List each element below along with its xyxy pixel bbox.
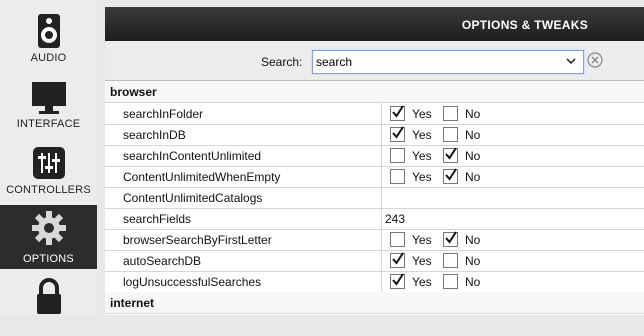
- search-bar: Search:: [105, 41, 644, 80]
- sidebar-item-label: OPTIONS: [23, 253, 74, 265]
- table-row: browserSearchByFirstLetter Yes No: [105, 229, 644, 251]
- sidebar-item-interface[interactable]: INTERFACE: [0, 70, 97, 134]
- column-divider: [381, 271, 382, 292]
- yes-checkbox[interactable]: [390, 169, 405, 184]
- yes-label: Yes: [412, 275, 432, 289]
- yes-checkbox[interactable]: [390, 105, 405, 121]
- table-row: searchInDB Yes No: [105, 124, 644, 146]
- column-divider: [381, 166, 382, 187]
- sidebar: AUDIO INTERFACE CONTROLLERS OPTIONS: [0, 0, 98, 314]
- column-divider: [381, 187, 382, 208]
- sidebar-item-label: AUDIO: [30, 52, 67, 64]
- no-label: No: [465, 254, 481, 268]
- yes-checkbox[interactable]: [390, 252, 405, 268]
- option-name: searchInContentUnlimited: [123, 149, 262, 163]
- no-label: No: [465, 275, 481, 289]
- option-name: autoSearchDB: [123, 254, 202, 268]
- no-label: No: [465, 107, 481, 121]
- speaker-icon: [38, 14, 60, 48]
- yes-label: Yes: [412, 254, 432, 268]
- column-divider: [381, 208, 382, 229]
- page-title: OPTIONS & TWEAKS: [461, 18, 588, 32]
- yes-label: Yes: [412, 128, 432, 142]
- yes-checkbox[interactable]: [390, 148, 405, 163]
- option-name: searchFields: [123, 212, 192, 226]
- option-name: searchInFolder: [123, 107, 204, 121]
- table-row: ContentUnlimitedCatalogs: [105, 187, 644, 209]
- option-name: ContentUnlimitedCatalogs: [123, 191, 263, 205]
- yes-label: Yes: [412, 107, 432, 121]
- group-name: internet: [110, 296, 155, 310]
- group-name: browser: [110, 85, 157, 99]
- no-checkbox[interactable]: [443, 231, 458, 247]
- table-row: searchInContentUnlimited Yes No: [105, 145, 644, 167]
- yes-checkbox[interactable]: [390, 126, 405, 142]
- table-row: autoSearchDB Yes No: [105, 250, 644, 272]
- option-value[interactable]: 243: [385, 212, 405, 226]
- clear-search-icon[interactable]: [587, 52, 603, 68]
- sidebar-item-audio[interactable]: AUDIO: [0, 4, 97, 68]
- search-combobox[interactable]: [312, 50, 584, 74]
- yes-label: Yes: [412, 170, 432, 184]
- group-header-internet: internet: [105, 292, 644, 314]
- column-divider: [381, 145, 382, 166]
- options-table: browser searchInFolder Yes No searchInDB…: [105, 80, 644, 315]
- yes-checkbox[interactable]: [390, 273, 405, 289]
- no-label: No: [465, 128, 481, 142]
- group-header-browser: browser: [105, 81, 644, 103]
- chevron-down-icon[interactable]: [566, 56, 576, 66]
- option-name: logUnsuccessfulSearches: [123, 275, 262, 289]
- yes-checkbox[interactable]: [390, 232, 405, 247]
- sliders-icon: [33, 147, 65, 179]
- column-divider: [381, 103, 382, 124]
- yes-label: Yes: [412, 149, 432, 163]
- no-checkbox[interactable]: [443, 147, 458, 163]
- no-label: No: [465, 233, 481, 247]
- no-checkbox[interactable]: [443, 127, 458, 142]
- column-divider: [381, 250, 382, 271]
- search-input[interactable]: [313, 52, 556, 72]
- sidebar-divider: [97, 0, 105, 314]
- sidebar-item-lock[interactable]: [0, 272, 97, 336]
- lock-icon: [37, 278, 61, 314]
- option-name: searchInDB: [123, 128, 186, 142]
- sidebar-item-label: CONTROLLERS: [6, 184, 91, 196]
- search-label: Search:: [261, 55, 303, 69]
- sidebar-item-options[interactable]: OPTIONS: [0, 205, 97, 269]
- column-divider: [381, 229, 382, 250]
- no-label: No: [465, 149, 481, 163]
- monitor-icon: [32, 82, 66, 114]
- page-header: OPTIONS & TWEAKS: [105, 7, 644, 41]
- no-checkbox[interactable]: [443, 274, 458, 289]
- column-divider: [381, 124, 382, 145]
- table-row: ContentUnlimitedWhenEmpty Yes No: [105, 166, 644, 188]
- no-label: No: [465, 170, 481, 184]
- option-name: browserSearchByFirstLetter: [123, 233, 272, 247]
- table-row: logUnsuccessfulSearches Yes No: [105, 271, 644, 293]
- no-checkbox[interactable]: [443, 168, 458, 184]
- gear-icon: [32, 211, 66, 245]
- option-name: ContentUnlimitedWhenEmpty: [123, 170, 281, 184]
- table-row: searchInFolder Yes No: [105, 103, 644, 125]
- yes-label: Yes: [412, 233, 432, 247]
- sidebar-item-controllers[interactable]: CONTROLLERS: [0, 136, 97, 200]
- no-checkbox[interactable]: [443, 106, 458, 121]
- table-row: searchFields 243: [105, 208, 644, 230]
- sidebar-item-label: INTERFACE: [16, 118, 81, 130]
- no-checkbox[interactable]: [443, 253, 458, 268]
